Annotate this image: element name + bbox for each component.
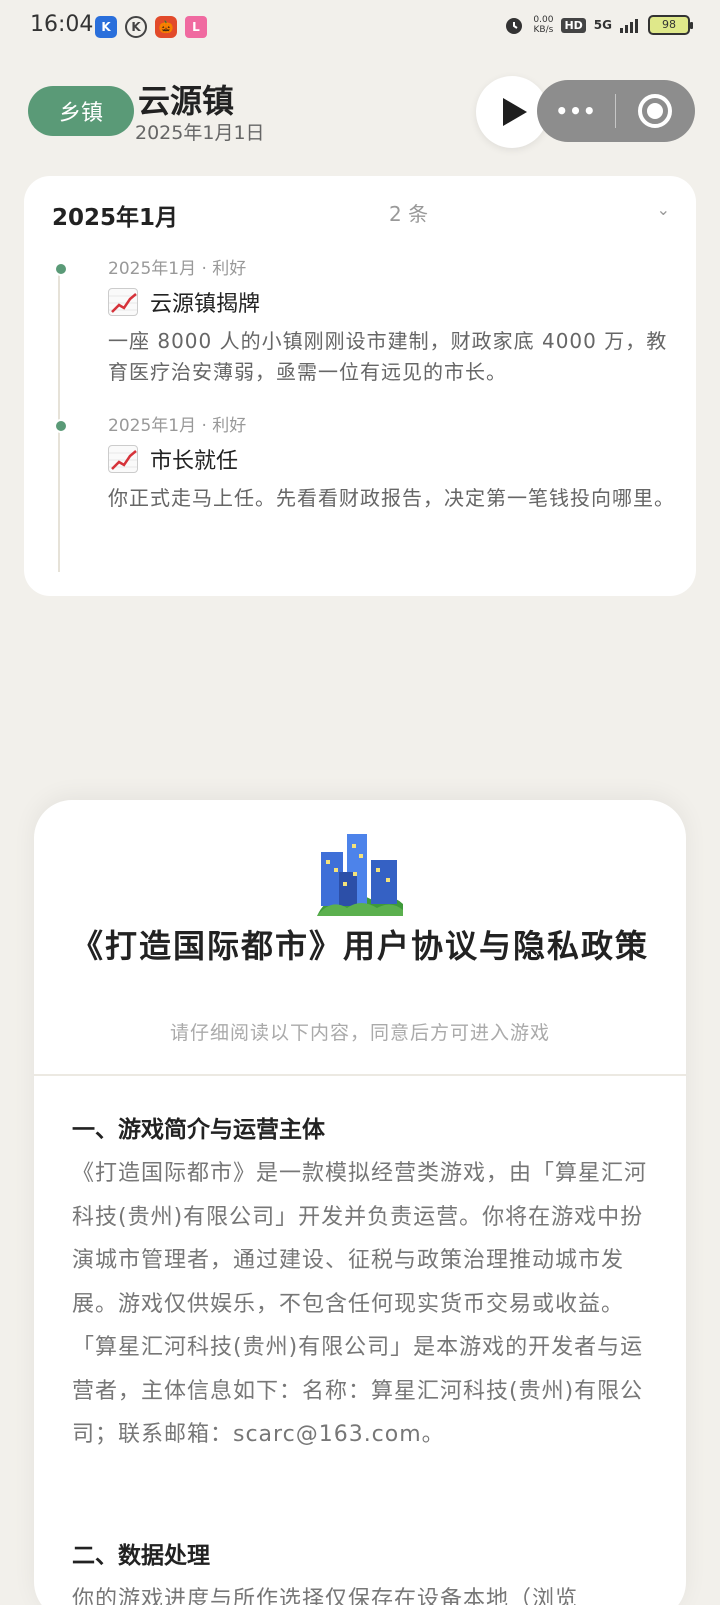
hd-icon: HD (561, 17, 586, 33)
event-title-row: 云源镇揭牌 (108, 286, 260, 318)
timeline-count: 2 条 (389, 202, 429, 226)
status-bar: 16:04 K K 🎃 L 0.00 KB/s HD 5G 98 (0, 0, 720, 56)
app-pumpkin-icon: 🎃 (155, 16, 177, 38)
app-pink-icon: L (185, 16, 207, 38)
app-k-outline-icon: K (125, 16, 147, 38)
agreement-subtitle: 请仔细阅读以下内容，同意后方可进入游戏 (169, 1022, 550, 1044)
close-ring-icon (638, 94, 672, 128)
more-menu-button[interactable]: ••• (537, 99, 615, 123)
game-date: 2025年1月1日 (135, 122, 265, 144)
notification-icons: K K 🎃 L (95, 16, 207, 38)
event-meta: 2025年1月 · 利好 (108, 259, 247, 279)
miniprogram-capsule: ••• (537, 80, 695, 142)
status-right: 0.00 KB/s HD 5G 98 (503, 14, 693, 36)
town-name: 云源镇 (138, 82, 235, 120)
sheet-divider (34, 1074, 686, 1076)
play-icon (503, 98, 527, 126)
event-description: 一座 8000 人的小镇刚刚设市建制，财政家底 4000 万，教育医疗治安薄弱，… (108, 329, 668, 384)
town-level-badge[interactable]: 乡镇 (28, 86, 134, 136)
agreement-sheet: 《打造国际都市》用户协议与隐私政策 请仔细阅读以下内容，同意后方可进入游戏 一、… (34, 800, 686, 1605)
section-body: 《打造国际都市》是一款模拟经营类游戏，由「算星汇河科技(贵州)有限公司」开发并负… (72, 1161, 648, 1447)
timeline-month: 2025年1月 (52, 205, 179, 231)
event-description: 你正式走马上任。先看看财政报告，决定第一笔钱投向哪里。 (108, 486, 675, 510)
event-title: 市长就任 (150, 449, 239, 474)
app-k-icon: K (95, 16, 117, 38)
chart-up-icon (108, 288, 138, 316)
alarm-icon (506, 18, 523, 34)
status-time: 16:04 (30, 12, 94, 37)
net-speed: 0.00 KB/s (533, 15, 554, 35)
event-title-row: 市长就任 (108, 443, 238, 475)
signal-icon (620, 19, 638, 33)
chart-up-icon (108, 445, 138, 473)
section-body: 你的游戏进度与所作选择仅保存在设备本地（浏览 (72, 1587, 579, 1605)
event-meta: 2025年1月 · 利好 (108, 416, 247, 436)
event-timeline-card: 2025年1月 2 条 ⌄ 2025年1月 · 利好 云源镇揭牌 一座 8000… (24, 176, 696, 596)
timeline-dot (54, 419, 68, 433)
close-miniprogram-button[interactable] (616, 94, 694, 128)
agreement-title: 《打造国际都市》用户协议与隐私政策 (70, 927, 649, 965)
section-heading: 一、游戏简介与运营主体 (72, 1117, 325, 1143)
battery-icon: 98 (648, 15, 693, 35)
event-title: 云源镇揭牌 (150, 292, 261, 317)
chevron-down-icon[interactable]: ⌄ (657, 200, 670, 219)
section-heading: 二、数据处理 (72, 1543, 210, 1569)
network-label: 5G (593, 18, 612, 32)
city-skyline-icon (317, 834, 403, 916)
timeline-dot (54, 262, 68, 276)
